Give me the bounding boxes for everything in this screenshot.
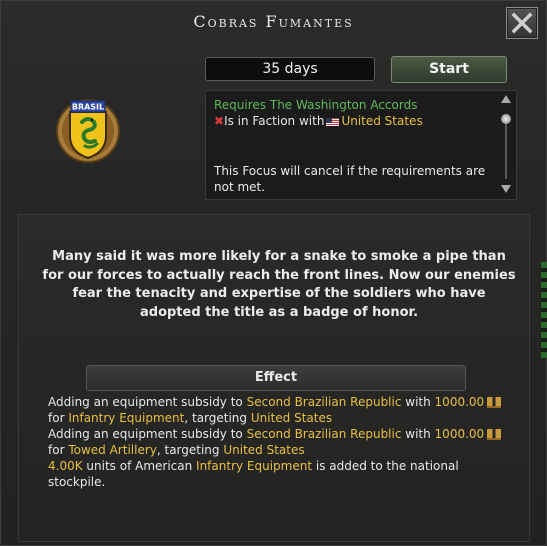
start-button[interactable]: Start <box>391 56 507 83</box>
effect-line: Adding an equipment subsidy to Second Br… <box>48 394 518 410</box>
effect-line: stockpile. <box>48 475 106 489</box>
cancel-note: This Focus will cancel if the requiremen… <box>214 164 486 194</box>
focus-title: Cobras Fumantes <box>193 12 354 31</box>
background-map-edge <box>541 262 547 358</box>
effect-line: for Towed Artillery, targeting United St… <box>48 443 305 457</box>
scroll-down-icon[interactable] <box>501 185 511 193</box>
requirement-country: United States <box>341 114 423 128</box>
close-icon <box>511 12 533 34</box>
effect-line: 4.00K units of American Infantry Equipme… <box>48 459 459 473</box>
focus-description: Many said it was more likely for a snake… <box>42 249 516 320</box>
focus-emblem-icon: BRASIL <box>56 99 120 163</box>
close-button[interactable] <box>506 7 538 39</box>
scroll-thumb[interactable] <box>501 114 511 124</box>
requirement-title: Requires The Washington Accords <box>214 98 418 112</box>
us-flag-icon <box>326 117 340 126</box>
political-power-icon <box>487 429 502 440</box>
effect-header: Effect <box>86 365 466 391</box>
faction-requirement: ✖Is in Faction with United States <box>214 113 484 129</box>
effect-list: Adding an equipment subsidy to Second Br… <box>48 394 518 490</box>
scroll-up-icon[interactable] <box>501 95 511 103</box>
requirements-box: Requires The Washington Accords ✖Is in F… <box>205 90 517 200</box>
scroll-track <box>505 115 507 179</box>
requirements-text: Requires The Washington Accords ✖Is in F… <box>214 97 484 129</box>
political-power-icon <box>487 397 502 408</box>
requirements-scrollbar[interactable] <box>501 93 511 197</box>
requirement-condition: Is in Faction with <box>224 114 325 128</box>
cross-icon: ✖ <box>214 114 225 128</box>
effect-line: for Infantry Equipment, targeting United… <box>48 411 333 425</box>
effect-line: Adding an equipment subsidy to Second Br… <box>48 426 518 442</box>
duration-display: 35 days <box>205 57 375 81</box>
emblem-text: BRASIL <box>72 103 104 112</box>
